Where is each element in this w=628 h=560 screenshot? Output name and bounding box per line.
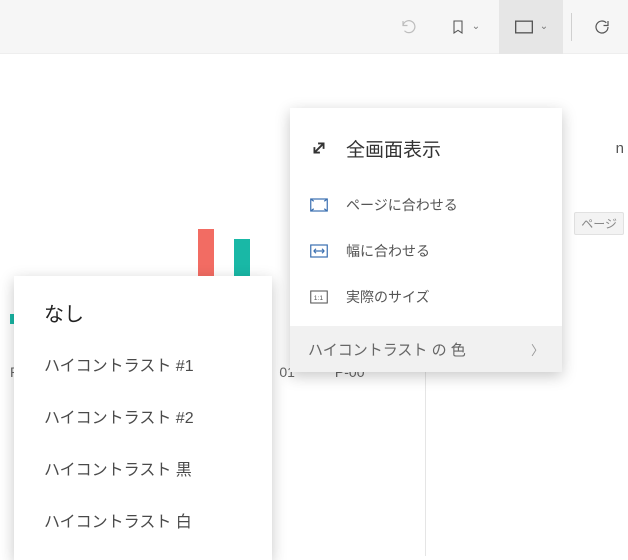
menu-label: 全画面表示 xyxy=(346,135,441,162)
view-menu: 全画面表示 ページに合わせる 幅に合わせる xyxy=(290,108,562,372)
menu-label: ハイコントラスト の 色 xyxy=(308,339,466,360)
menu-label: なし xyxy=(44,298,84,327)
page-indicator: ページ xyxy=(574,212,624,235)
undo-icon xyxy=(400,18,418,36)
report-surface: P 01 P-00 n ページ 全画面表示 ページに合 xyxy=(0,54,628,556)
view-rect-icon xyxy=(514,19,534,35)
toolbar: ⌄ ⌄ xyxy=(0,0,628,54)
svg-text:1:1: 1:1 xyxy=(314,295,324,302)
menu-fit-page[interactable]: ページに合わせる xyxy=(290,182,562,228)
menu-high-contrast[interactable]: ハイコントラスト の 色 〉 xyxy=(290,326,562,372)
refresh-icon xyxy=(593,18,611,36)
menu-fullscreen[interactable]: 全画面表示 xyxy=(290,114,562,182)
right-pane-fragment: n xyxy=(616,140,624,157)
menu-label: ハイコントラスト #2 xyxy=(44,404,194,428)
actual-size-icon: 1:1 xyxy=(310,290,328,304)
menu-label: ハイコントラスト 白 xyxy=(44,508,192,532)
fit-width-icon xyxy=(310,244,328,258)
menu-actual-size[interactable]: 1:1 実際のサイズ xyxy=(290,274,562,320)
menu-label: ハイコントラスト 黒 xyxy=(44,456,192,480)
fullscreen-icon xyxy=(308,137,330,159)
submenu-hc1[interactable]: ハイコントラスト #1 xyxy=(14,338,272,390)
menu-fit-width[interactable]: 幅に合わせる xyxy=(290,228,562,274)
toolbar-separator xyxy=(571,13,572,41)
chevron-down-icon: ⌄ xyxy=(472,21,480,32)
submenu-hc2[interactable]: ハイコントラスト #2 xyxy=(14,390,272,442)
menu-label: 幅に合わせる xyxy=(346,241,430,261)
chevron-right-icon: 〉 xyxy=(531,340,544,359)
refresh-button[interactable] xyxy=(580,0,624,54)
undo-button[interactable] xyxy=(387,0,431,54)
bookmark-icon xyxy=(450,17,466,37)
high-contrast-submenu: なし ハイコントラスト #1 ハイコントラスト #2 ハイコントラスト 黒 ハイ… xyxy=(14,276,272,560)
menu-label: 実際のサイズ xyxy=(346,287,430,307)
submenu-none[interactable]: なし xyxy=(14,286,272,338)
fit-page-icon xyxy=(310,198,328,212)
view-dropdown[interactable]: ⌄ xyxy=(499,0,563,54)
menu-label: ハイコントラスト #1 xyxy=(44,352,194,376)
submenu-hc-white[interactable]: ハイコントラスト 白 xyxy=(14,494,272,546)
chevron-down-icon: ⌄ xyxy=(540,21,548,32)
bookmark-dropdown[interactable]: ⌄ xyxy=(433,0,497,54)
submenu-hc-black[interactable]: ハイコントラスト 黒 xyxy=(14,442,272,494)
menu-label: ページに合わせる xyxy=(346,195,458,215)
